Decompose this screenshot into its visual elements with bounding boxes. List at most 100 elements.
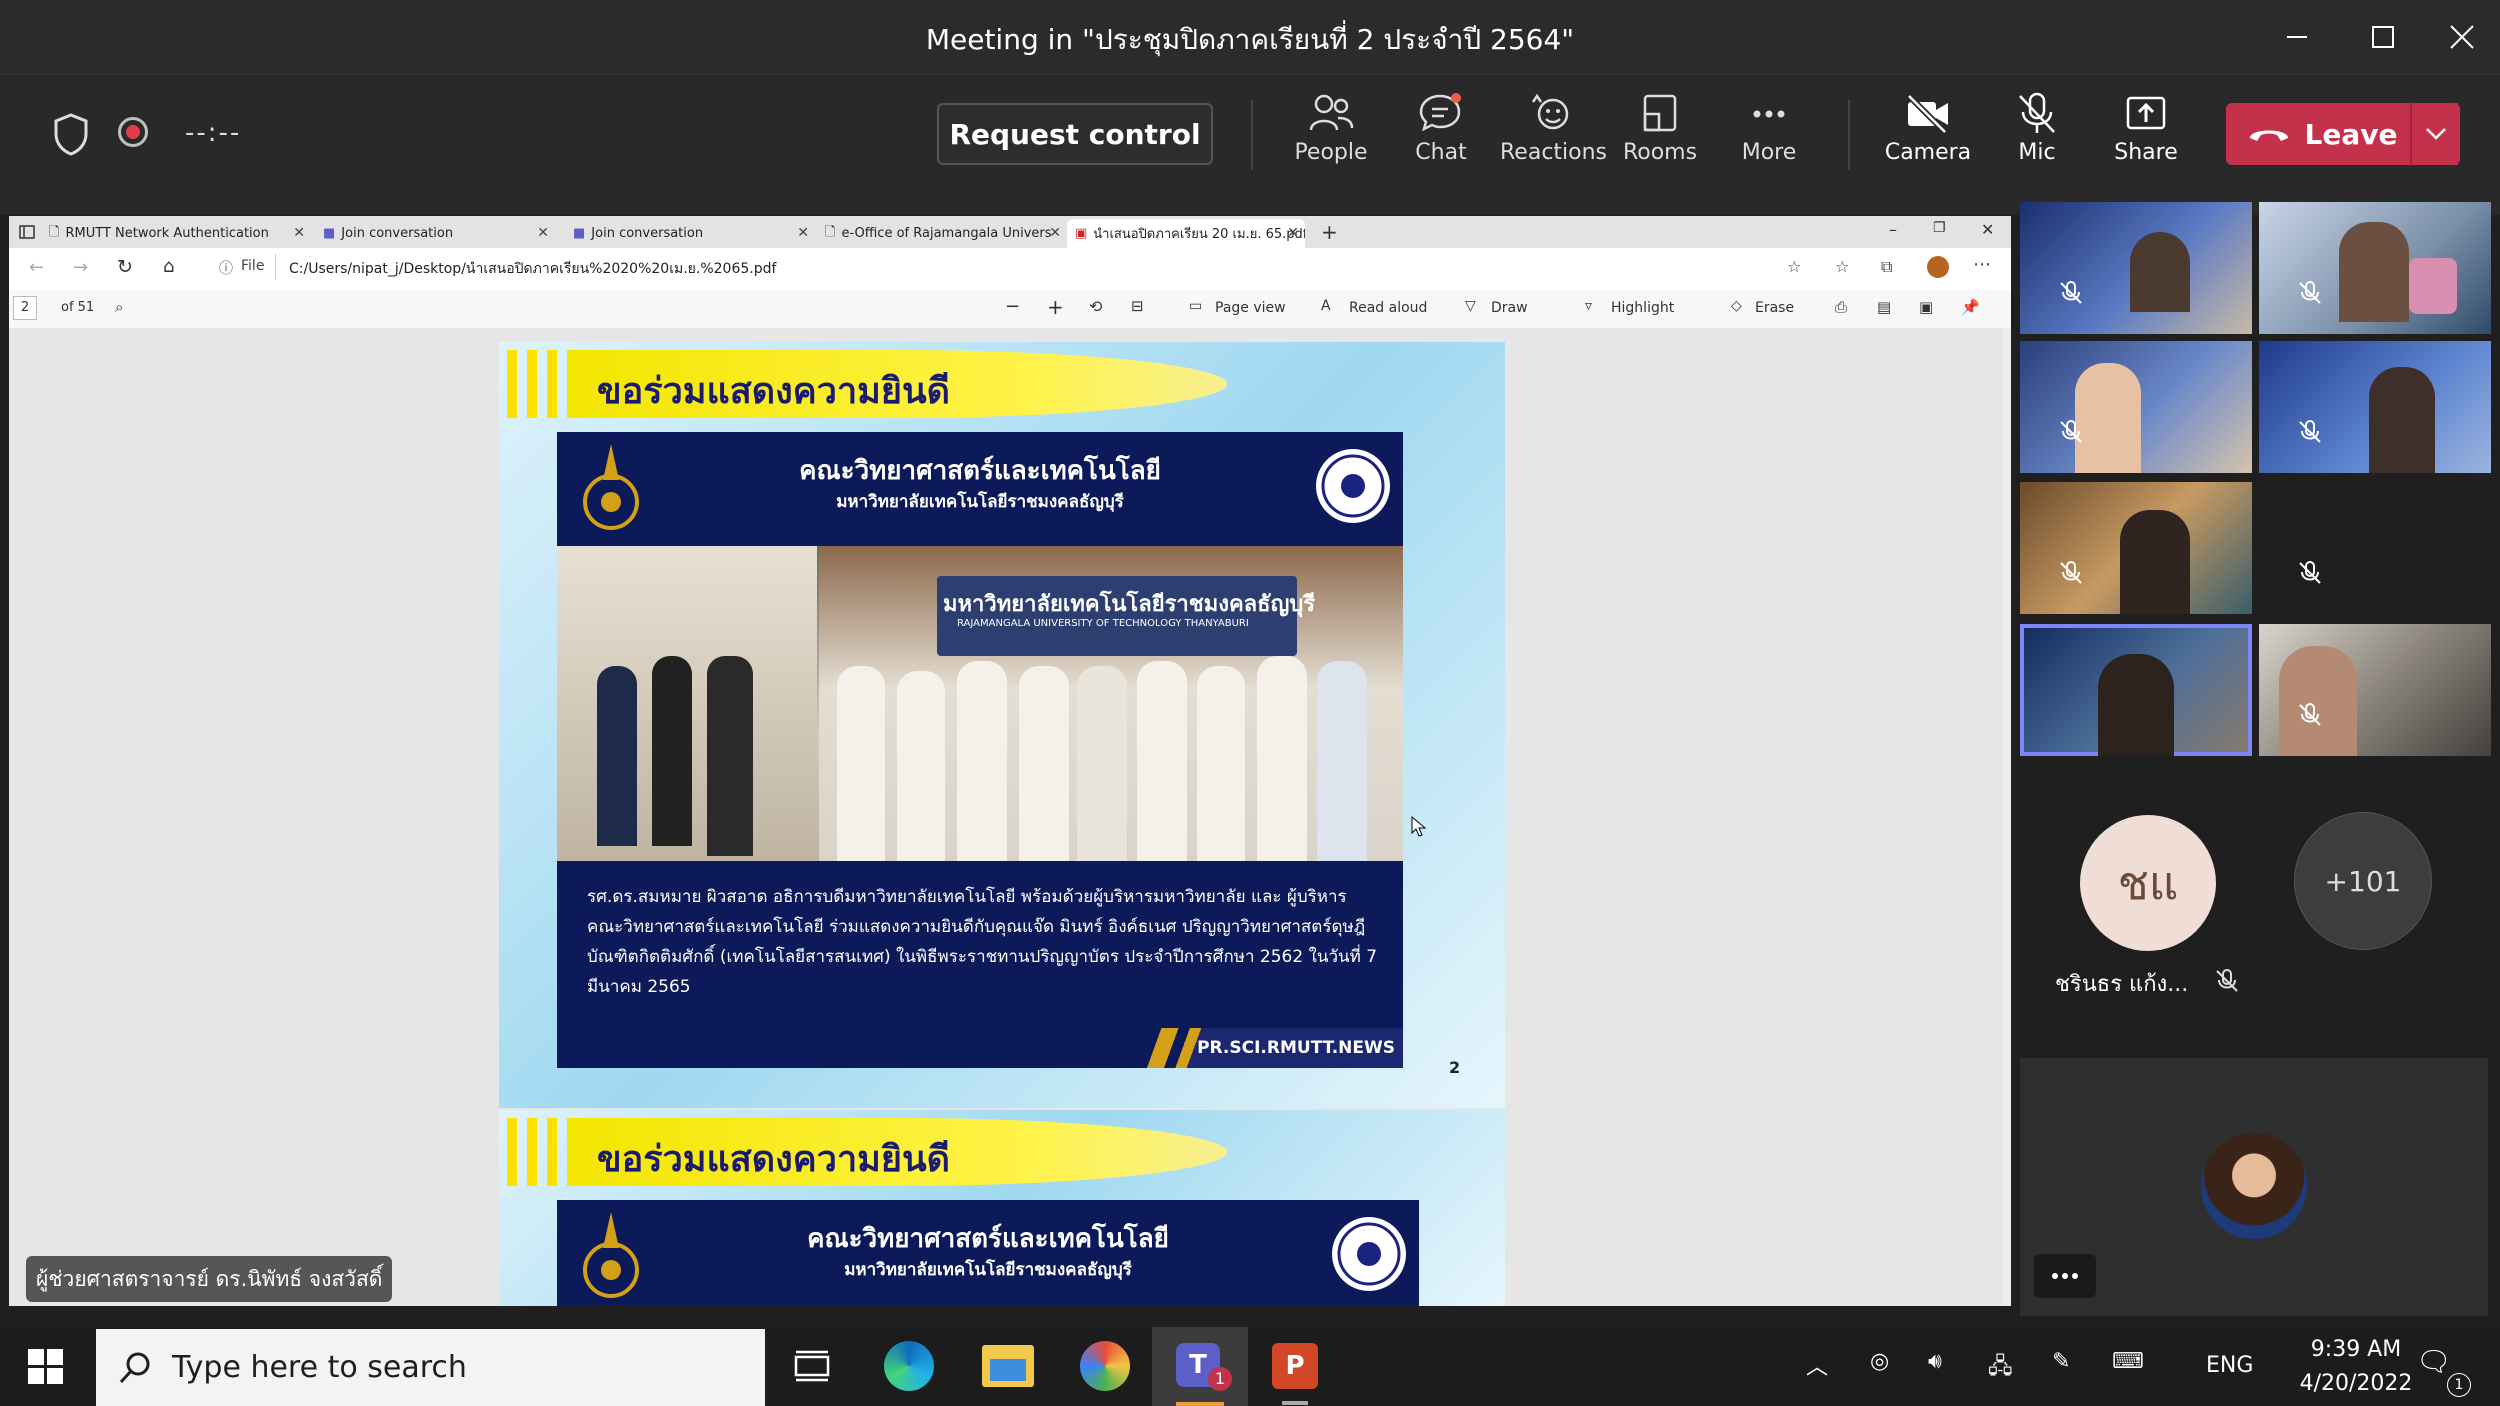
- windows-start-icon[interactable]: [28, 1349, 64, 1385]
- erase-button[interactable]: Erase: [1755, 300, 1794, 316]
- mic-button[interactable]: Mic: [1987, 92, 2087, 187]
- chevron-up-icon[interactable]: ︿: [1806, 1349, 1828, 1381]
- browser-restore-icon[interactable]: ❐: [1933, 220, 1946, 236]
- favorites-icon[interactable]: ☆: [1835, 257, 1849, 276]
- file-explorer-icon[interactable]: [982, 1345, 1034, 1387]
- keyboard-icon[interactable]: ⌨: [2112, 1349, 2144, 1374]
- browser-tab-label: e-Office of Rajamangala Univers: [841, 226, 1052, 241]
- slide-page-number: 2: [1449, 1058, 1461, 1077]
- close-tab-icon: ✕: [1049, 225, 1061, 241]
- participant-avatar[interactable]: ชแ: [2080, 815, 2216, 951]
- shared-screen: 🗋 RMUTT Network Authentication ✕ ■ Join con…: [9, 216, 2011, 1306]
- more-participants-button[interactable]: +101: [2294, 812, 2432, 950]
- network-icon[interactable]: 🖧︎: [1988, 1349, 2013, 1387]
- print-icon[interactable]: ⎙: [1835, 298, 1847, 316]
- leave-options-button[interactable]: [2410, 103, 2460, 165]
- close-window-button[interactable]: [2432, 12, 2492, 62]
- more-icon: [2052, 1273, 2078, 1279]
- browser-tab[interactable]: 🗋 RMUTT Network Authentication ✕: [41, 219, 311, 248]
- hang-up-icon: [2249, 130, 2288, 141]
- refresh-icon[interactable]: ↻: [117, 256, 133, 278]
- rotate-icon[interactable]: ⟲: [1089, 297, 1102, 316]
- share-button[interactable]: Share: [2096, 92, 2196, 187]
- edge-browser-icon[interactable]: [884, 1341, 934, 1391]
- zoom-out-icon[interactable]: −: [1005, 296, 1020, 317]
- browser-tab-active[interactable]: ▣ นำเสนอปิดภาคเรียน 20 เม.ย. 65.pdf ✕: [1067, 219, 1305, 248]
- page-number-input[interactable]: 2: [13, 296, 37, 320]
- search-icon[interactable]: ⌕: [115, 298, 123, 316]
- page-view-button[interactable]: Page view: [1215, 300, 1286, 316]
- meeting-timer: --:--: [185, 118, 242, 148]
- active-speaker-tile[interactable]: [2020, 624, 2252, 756]
- notification-count: 1: [2447, 1373, 2471, 1397]
- teams-icon: ■: [573, 226, 586, 241]
- pdf-scrollbar[interactable]: [2003, 328, 2011, 1306]
- participant-video-tile[interactable]: [2259, 482, 2491, 614]
- collections-icon[interactable]: ⧉: [1881, 257, 1892, 277]
- participant-video-tile[interactable]: [2259, 341, 2491, 473]
- read-aloud-button[interactable]: Read aloud: [1349, 300, 1427, 316]
- powerpoint-icon[interactable]: P: [1272, 1343, 1318, 1389]
- back-icon[interactable]: ←: [29, 257, 44, 278]
- browser-tab[interactable]: ■ Join conversation ✕: [315, 219, 555, 248]
- volume-icon[interactable]: 🔊︎: [1928, 1349, 1942, 1374]
- close-tab-icon: ✕: [537, 225, 549, 241]
- browser-tab-label: นำเสนอปิดภาคเรียน 20 เม.ย. 65.pdf: [1093, 227, 1305, 242]
- zoom-in-icon[interactable]: +: [1047, 295, 1064, 319]
- participant-video-tile[interactable]: [2259, 624, 2491, 756]
- save-as-icon[interactable]: ▣: [1919, 298, 1933, 316]
- notification-center-icon[interactable]: 🗨︎: [2416, 1345, 2452, 1378]
- fit-page-icon[interactable]: ⊟: [1131, 297, 1144, 315]
- browser-tab-strip: 🗋 RMUTT Network Authentication ✕ ■ Join con…: [9, 216, 2011, 248]
- pin-icon[interactable]: 📌: [1961, 298, 1980, 316]
- request-control-button[interactable]: Request control: [937, 103, 1213, 165]
- highlight-button[interactable]: Highlight: [1611, 300, 1674, 316]
- meet-now-icon[interactable]: ◎: [1870, 1349, 1889, 1374]
- new-tab-icon[interactable]: +: [1321, 220, 1338, 244]
- pdf-viewer[interactable]: ขอร่วมแสดงความยินดี คณะวิทยาศาสตร์และเทค…: [9, 328, 2011, 1306]
- more-button[interactable]: More: [1719, 92, 1819, 187]
- task-view-icon[interactable]: [794, 1349, 830, 1383]
- participant-video-tile[interactable]: [2259, 202, 2491, 334]
- save-icon[interactable]: ▤: [1877, 298, 1891, 316]
- rooms-button[interactable]: Rooms: [1610, 92, 1710, 187]
- draw-button[interactable]: Draw: [1491, 300, 1528, 316]
- browser-tab-label: Join conversation: [591, 226, 704, 241]
- self-view-more-button[interactable]: [2034, 1254, 2096, 1298]
- rooms-icon: [1643, 94, 1677, 132]
- reactions-button[interactable]: Reactions: [1500, 92, 1607, 187]
- taskbar-search-box[interactable]: Type here to search: [96, 1329, 765, 1406]
- chat-button[interactable]: Chat: [1391, 92, 1491, 187]
- people-button[interactable]: People: [1281, 92, 1381, 187]
- favorite-add-icon[interactable]: ☆: [1787, 257, 1801, 276]
- browser-tab[interactable]: ■ Join conversation ✕: [565, 219, 815, 248]
- settings-more-icon[interactable]: ⋯: [1973, 254, 1991, 275]
- clock-date[interactable]: 4/20/2022: [2276, 1371, 2436, 1396]
- pen-icon[interactable]: ✎: [2052, 1349, 2070, 1374]
- camera-button[interactable]: Camera: [1878, 92, 1978, 187]
- minimize-button[interactable]: [2267, 12, 2327, 62]
- address-bar: ← → ↻ ⌂ ⓘ File C:/Users/nipat_j/Desktop/…: [9, 248, 2011, 291]
- browser-close-icon[interactable]: ✕: [1981, 220, 1994, 239]
- teams-badge: 1: [1208, 1367, 1232, 1391]
- participant-video-tile[interactable]: [2020, 202, 2252, 334]
- browser-tab[interactable]: 🗋 e-Office of Rajamangala Univers ✕: [817, 219, 1067, 248]
- muted-mic-icon: [2060, 420, 2082, 443]
- home-icon[interactable]: ⌂: [163, 256, 174, 277]
- profile-avatar[interactable]: [1927, 256, 1949, 278]
- share-icon: [2126, 96, 2166, 130]
- participant-video-tile[interactable]: [2020, 341, 2252, 473]
- forward-icon[interactable]: →: [73, 257, 88, 278]
- self-avatar[interactable]: [2201, 1133, 2307, 1239]
- clock-time[interactable]: 9:39 AM: [2296, 1337, 2416, 1362]
- tab-actions-icon[interactable]: [19, 225, 35, 239]
- teams-taskbar-button[interactable]: T 1: [1152, 1327, 1248, 1406]
- participant-video-tile[interactable]: [2020, 482, 2252, 614]
- paint-app-icon[interactable]: [1080, 1341, 1130, 1391]
- url-field[interactable]: C:/Users/nipat_j/Desktop/นำเสนอปิดภาคเรี…: [289, 258, 776, 280]
- muted-mic-icon: [2216, 969, 2238, 992]
- maximize-button[interactable]: [2353, 12, 2413, 62]
- browser-minimize-icon[interactable]: –: [1889, 220, 1897, 239]
- input-language[interactable]: ENG: [2206, 1353, 2253, 1378]
- reactions-icon: [1531, 93, 1569, 130]
